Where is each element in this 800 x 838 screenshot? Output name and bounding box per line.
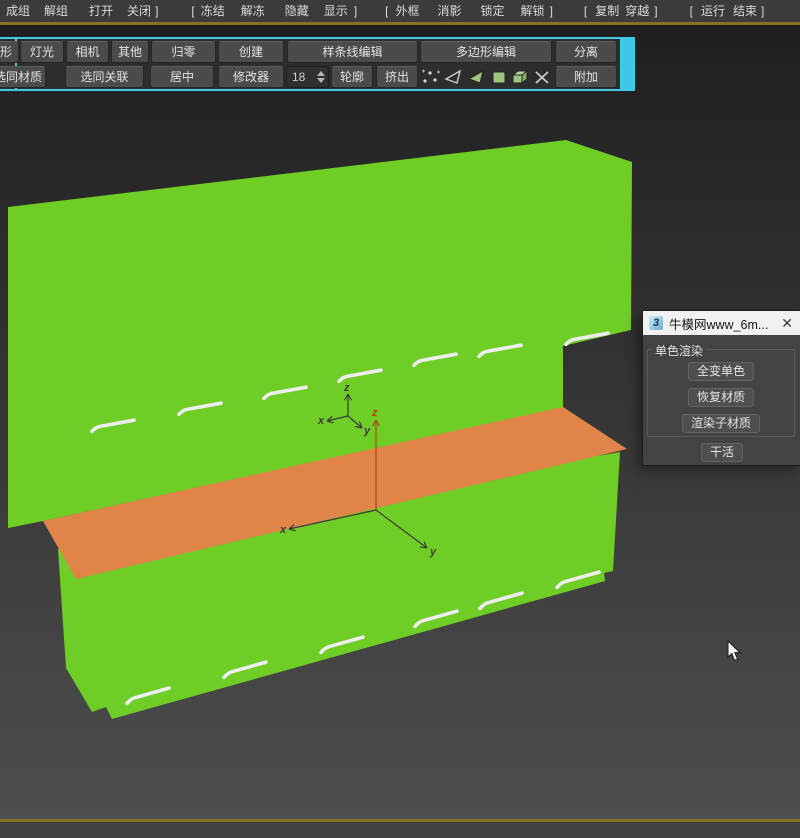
polygon-icon[interactable] (489, 69, 509, 86)
monochrome-render-group: 单色渲染 全变单色 恢复材质 渲染子材质 (647, 349, 795, 437)
menu-item-show[interactable]: 显示 (324, 0, 348, 22)
tb-extrude-button[interactable]: 挤出 (376, 66, 418, 88)
menu-item-ungroup[interactable]: 解组 (44, 0, 68, 22)
vertex-icon[interactable] (421, 69, 441, 86)
dialog-titlebar[interactable]: 3 牛模网www_6m... ✕ (643, 311, 800, 335)
segments-spinner[interactable]: 18 (286, 66, 329, 88)
menu-bracket: [ (690, 0, 693, 22)
menu-item-close[interactable]: 关闭 (127, 0, 151, 22)
axis-label-y: y (429, 546, 437, 558)
menu-item-lock[interactable]: 锁定 (481, 0, 505, 22)
restore-material-button[interactable]: 恢复材质 (688, 388, 754, 407)
menu-item-run[interactable]: 运行 (701, 0, 725, 22)
toolbar-gap (0, 25, 800, 37)
toolbar-border-bottom (0, 89, 635, 91)
tb-attach-button[interactable]: 附加 (555, 66, 617, 88)
menu-item-group[interactable]: 成组 (6, 0, 30, 22)
segments-value[interactable]: 18 (287, 67, 317, 87)
menu-item-freeze[interactable]: 冻结 (201, 0, 225, 22)
3ds-max-window: { "menu_bar": { "items": ["成组","解组","打开"… (0, 0, 800, 838)
tb-other-button[interactable]: 其他 (111, 41, 149, 63)
tb-light-button[interactable]: 灯光 (20, 41, 64, 63)
axis-label-x: x (279, 524, 287, 536)
render-submaterial-button[interactable]: 渲染子材质 (682, 414, 760, 433)
element-icon[interactable] (510, 69, 530, 86)
axis-label-y: y (363, 425, 371, 437)
tb-same-link-button[interactable]: 选同关联 (65, 66, 144, 88)
menu-item-unlock[interactable]: 解锁 (521, 0, 545, 22)
menu-bracket: [ (385, 0, 388, 22)
axis-label-x: x (317, 415, 325, 427)
all-to-monochrome-button[interactable]: 全变单色 (688, 362, 754, 381)
spinner-up-icon[interactable] (317, 71, 325, 76)
menu-bracket: [ (191, 0, 194, 22)
tb-shape-button[interactable]: 形 (0, 41, 19, 63)
dialog-body: 单色渲染 全变单色 恢复材质 渲染子材质 干活 (643, 335, 800, 465)
menu-bracket: [ (584, 0, 587, 22)
group-label: 单色渲染 (652, 342, 706, 359)
toolbar-border-top (0, 37, 635, 39)
menu-item-unfreeze[interactable]: 解冻 (241, 0, 265, 22)
exit-subobject-icon[interactable] (532, 69, 552, 86)
menu-item-hide[interactable]: 隐藏 (285, 0, 309, 22)
menu-bracket: ] (155, 0, 158, 22)
tb-same-material-button[interactable]: 选同材质 (0, 66, 46, 88)
menu-item-copy[interactable]: 复制 (595, 0, 619, 22)
spinner-arrows[interactable] (317, 71, 328, 83)
tb-zero-button[interactable]: 归零 (151, 41, 216, 63)
menu-item-end[interactable]: 结束 (733, 0, 757, 22)
tb-modifier-button[interactable]: 修改器 (218, 66, 284, 88)
tb-center-button[interactable]: 居中 (150, 66, 214, 88)
axis-label-z: z (371, 407, 378, 419)
do-work-button[interactable]: 干活 (701, 443, 743, 462)
plugin-dialog: 3 牛模网www_6m... ✕ 单色渲染 全变单色 恢复材质 渲染子材质 干活 (642, 310, 800, 466)
dialog-title: 牛模网www_6m... (669, 314, 779, 333)
menu-item-hide-shadow[interactable]: 消影 (438, 0, 462, 22)
menu-item-open[interactable]: 打开 (89, 0, 113, 22)
spinner-down-icon[interactable] (317, 78, 325, 83)
close-icon[interactable]: ✕ (779, 316, 795, 330)
script-toolbar: 形 灯光 相机 其他 归零 创建 样条线编辑 多边形编辑 分离 选同材质 选同关… (0, 37, 635, 91)
status-bar (0, 822, 800, 838)
axis-label-z: z (343, 382, 350, 394)
tb-spline-edit-button[interactable]: 样条线编辑 (287, 41, 418, 63)
tb-create-button[interactable]: 创建 (218, 41, 284, 63)
tb-poly-edit-button[interactable]: 多边形编辑 (420, 41, 552, 63)
face-icon[interactable] (466, 69, 486, 86)
menu-bracket: ] (761, 0, 764, 22)
menu-item-traverse[interactable]: 穿越 (625, 0, 649, 22)
toolbar-grip[interactable] (620, 37, 635, 91)
edge-icon[interactable] (443, 69, 463, 86)
menu-bracket: ] (654, 0, 657, 22)
menu-bracket: ] (354, 0, 357, 22)
menu-item-outline-box[interactable]: 外框 (396, 0, 420, 22)
menu-bracket: ] (550, 0, 553, 22)
script-menu-bar: 成组 解组 打开 关闭 ] [ 冻结 解冻 隐藏 显示 ] [ 外框 消影 锁定… (0, 0, 800, 22)
tb-outline-button[interactable]: 轮廓 (331, 66, 373, 88)
tb-camera-button[interactable]: 相机 (66, 41, 109, 63)
tb-detach-button[interactable]: 分离 (555, 41, 617, 63)
max-script-icon: 3 (649, 316, 663, 330)
